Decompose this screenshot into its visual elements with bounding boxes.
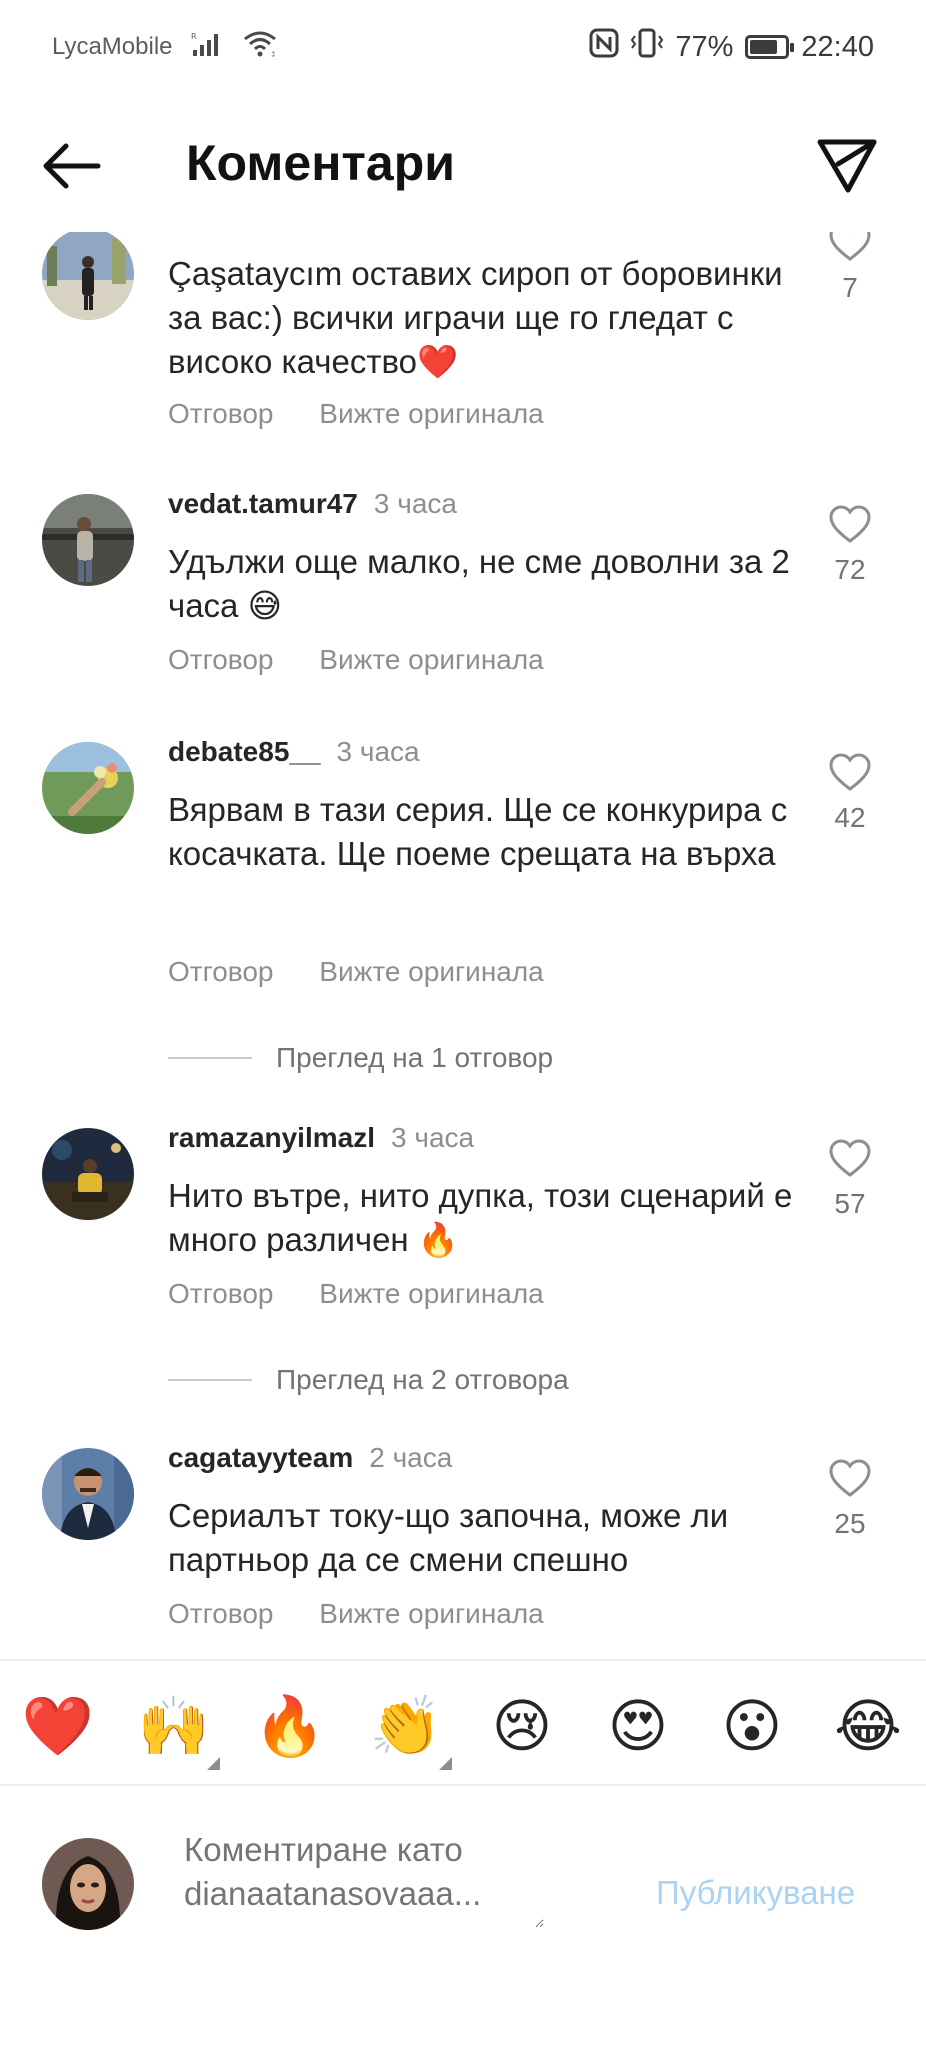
- vibrate-icon: [631, 28, 664, 66]
- see-original-button[interactable]: Вижте оригинала: [319, 1598, 544, 1629]
- comment-time: 3 часа: [336, 736, 420, 767]
- avatar[interactable]: [42, 1448, 134, 1540]
- comment-text: Вярвам в тази серия. Ще се конкурира с к…: [168, 791, 788, 872]
- like-count: 72: [834, 554, 866, 585]
- emoji-heart-eyes-button[interactable]: 😍: [600, 1688, 676, 1764]
- skin-tone-indicator: [207, 1757, 220, 1770]
- reply-button[interactable]: Отговор: [168, 1278, 273, 1309]
- comment-text: Удължи още малко, не сме доволни за 2 ча…: [168, 543, 790, 624]
- comment-text: Сериалът току-що започна, може ли партнь…: [168, 1497, 729, 1578]
- emoji-quick-bar: ❤️ 🙌 🔥 👏 😢 😍 😮 😂: [0, 1688, 926, 1770]
- emoji-raised-hands-button[interactable]: 🙌: [136, 1688, 220, 1770]
- comment-text: Нито вътре, нито дупка, този сценарий е …: [168, 1177, 793, 1258]
- comment-text: Çaşataycım оставих сироп от боровинки за…: [168, 255, 783, 380]
- emoji-clap-button[interactable]: 👏: [368, 1688, 452, 1770]
- view-replies-button[interactable]: Преглед на 1 отговор: [168, 1042, 553, 1074]
- header: Коментари: [0, 110, 926, 220]
- divider: [0, 1659, 926, 1661]
- heart-icon: [829, 232, 871, 261]
- clock: 22:40: [801, 30, 874, 63]
- comment-time: 2 часа: [369, 1442, 453, 1473]
- comment-username[interactable]: cagatayyteam: [168, 1442, 353, 1473]
- carrier-label: LycaMobile: [52, 32, 173, 60]
- emoji-clap-glyph: 👏: [369, 1692, 443, 1760]
- like-button[interactable]: 7: [826, 232, 874, 304]
- back-button[interactable]: [36, 136, 108, 196]
- see-original-button[interactable]: Вижте оригинала: [319, 1278, 544, 1309]
- back-arrow-icon: [43, 143, 101, 189]
- heart-icon: [829, 753, 871, 791]
- comment-actions: Отговор Вижте оригинала: [168, 1598, 582, 1630]
- comment-input[interactable]: [184, 1828, 544, 1928]
- wifi-icon: ↕: [243, 30, 281, 63]
- comment-header: vedat.tamur47 3 часа: [168, 488, 457, 520]
- comment-header: cagatayyteam 2 часа: [168, 1442, 452, 1474]
- see-original-button[interactable]: Вижте оригинала: [319, 644, 544, 675]
- replies-divider-line: [168, 1379, 252, 1381]
- comment-actions: Отговор Вижте оригинала: [168, 956, 582, 988]
- see-original-button[interactable]: Вижте оригинала: [319, 956, 544, 987]
- comment-actions: Отговор Вижте оригинала: [168, 644, 582, 676]
- avatar[interactable]: [42, 232, 134, 320]
- svg-text:R: R: [191, 32, 197, 41]
- reply-button[interactable]: Отговор: [168, 644, 273, 675]
- view-replies-label: Преглед на 1 отговор: [276, 1042, 554, 1073]
- comment-username[interactable]: ramazanyilmazl: [168, 1122, 375, 1153]
- like-button[interactable]: 72: [826, 504, 874, 586]
- reply-button[interactable]: Отговор: [168, 1598, 273, 1629]
- svg-text:↕: ↕: [270, 50, 277, 58]
- comment-username[interactable]: debate85__: [168, 736, 321, 767]
- comments-list[interactable]: Çaşataycım оставих сироп от боровинки за…: [0, 232, 926, 1656]
- emoji-fire-button[interactable]: 🔥: [252, 1688, 328, 1764]
- status-left: LycaMobile R ↕: [52, 30, 281, 63]
- like-button[interactable]: 42: [826, 752, 874, 834]
- comment-actions: Отговор Вижте оригинала: [168, 1278, 582, 1310]
- heart-icon: [829, 505, 871, 543]
- avatar[interactable]: [42, 494, 134, 586]
- comment-actions: Отговор Вижте оригинала: [168, 398, 582, 430]
- comment-composer: Публикуване: [0, 1786, 926, 1996]
- like-count: 25: [834, 1508, 866, 1539]
- status-right: 77% 22:40: [589, 28, 874, 66]
- heart-icon: [829, 1139, 871, 1177]
- comment-header: ramazanyilmazl 3 часа: [168, 1122, 474, 1154]
- view-replies-label: Преглед на 2 отговора: [276, 1364, 569, 1395]
- nfc-icon: [589, 28, 619, 66]
- reply-button[interactable]: Отговор: [168, 956, 273, 987]
- comment-time: 3 часа: [391, 1122, 475, 1153]
- comment-header: debate85__ 3 часа: [168, 736, 420, 768]
- heart-icon: [829, 1459, 871, 1497]
- page-title: Коментари: [186, 135, 455, 191]
- view-replies-button[interactable]: Преглед на 2 отговора: [168, 1364, 569, 1396]
- like-count: 7: [842, 272, 858, 303]
- see-original-button[interactable]: Вижте оригинала: [319, 398, 544, 429]
- send-icon: [817, 139, 877, 193]
- battery-icon: [745, 35, 795, 59]
- like-count: 42: [834, 802, 866, 833]
- reply-button[interactable]: Отговор: [168, 398, 273, 429]
- signal-icon: R: [191, 30, 225, 63]
- avatar[interactable]: [42, 1128, 134, 1220]
- like-button[interactable]: 57: [826, 1138, 874, 1220]
- emoji-joy-button[interactable]: 😂: [830, 1688, 906, 1764]
- send-button[interactable]: [812, 130, 882, 200]
- emoji-heart-button[interactable]: ❤️: [20, 1688, 96, 1764]
- emoji-raised-hands-glyph: 🙌: [137, 1692, 211, 1760]
- like-button[interactable]: 25: [826, 1458, 874, 1540]
- comment-time: 3 часа: [373, 488, 457, 519]
- comment-username[interactable]: vedat.tamur47: [168, 488, 358, 519]
- like-count: 57: [834, 1188, 866, 1219]
- post-button[interactable]: Публикуване: [656, 1874, 855, 1912]
- my-avatar: [42, 1838, 134, 1930]
- avatar[interactable]: [42, 742, 134, 834]
- battery-percent: 77%: [675, 30, 734, 63]
- battery-fill: [750, 40, 777, 54]
- emoji-surprised-button[interactable]: 😮: [714, 1688, 790, 1764]
- status-bar: LycaMobile R ↕ 77% 22:40: [0, 0, 926, 92]
- replies-divider-line: [168, 1057, 252, 1059]
- skin-tone-indicator: [439, 1757, 452, 1770]
- emoji-crying-button[interactable]: 😢: [484, 1688, 560, 1764]
